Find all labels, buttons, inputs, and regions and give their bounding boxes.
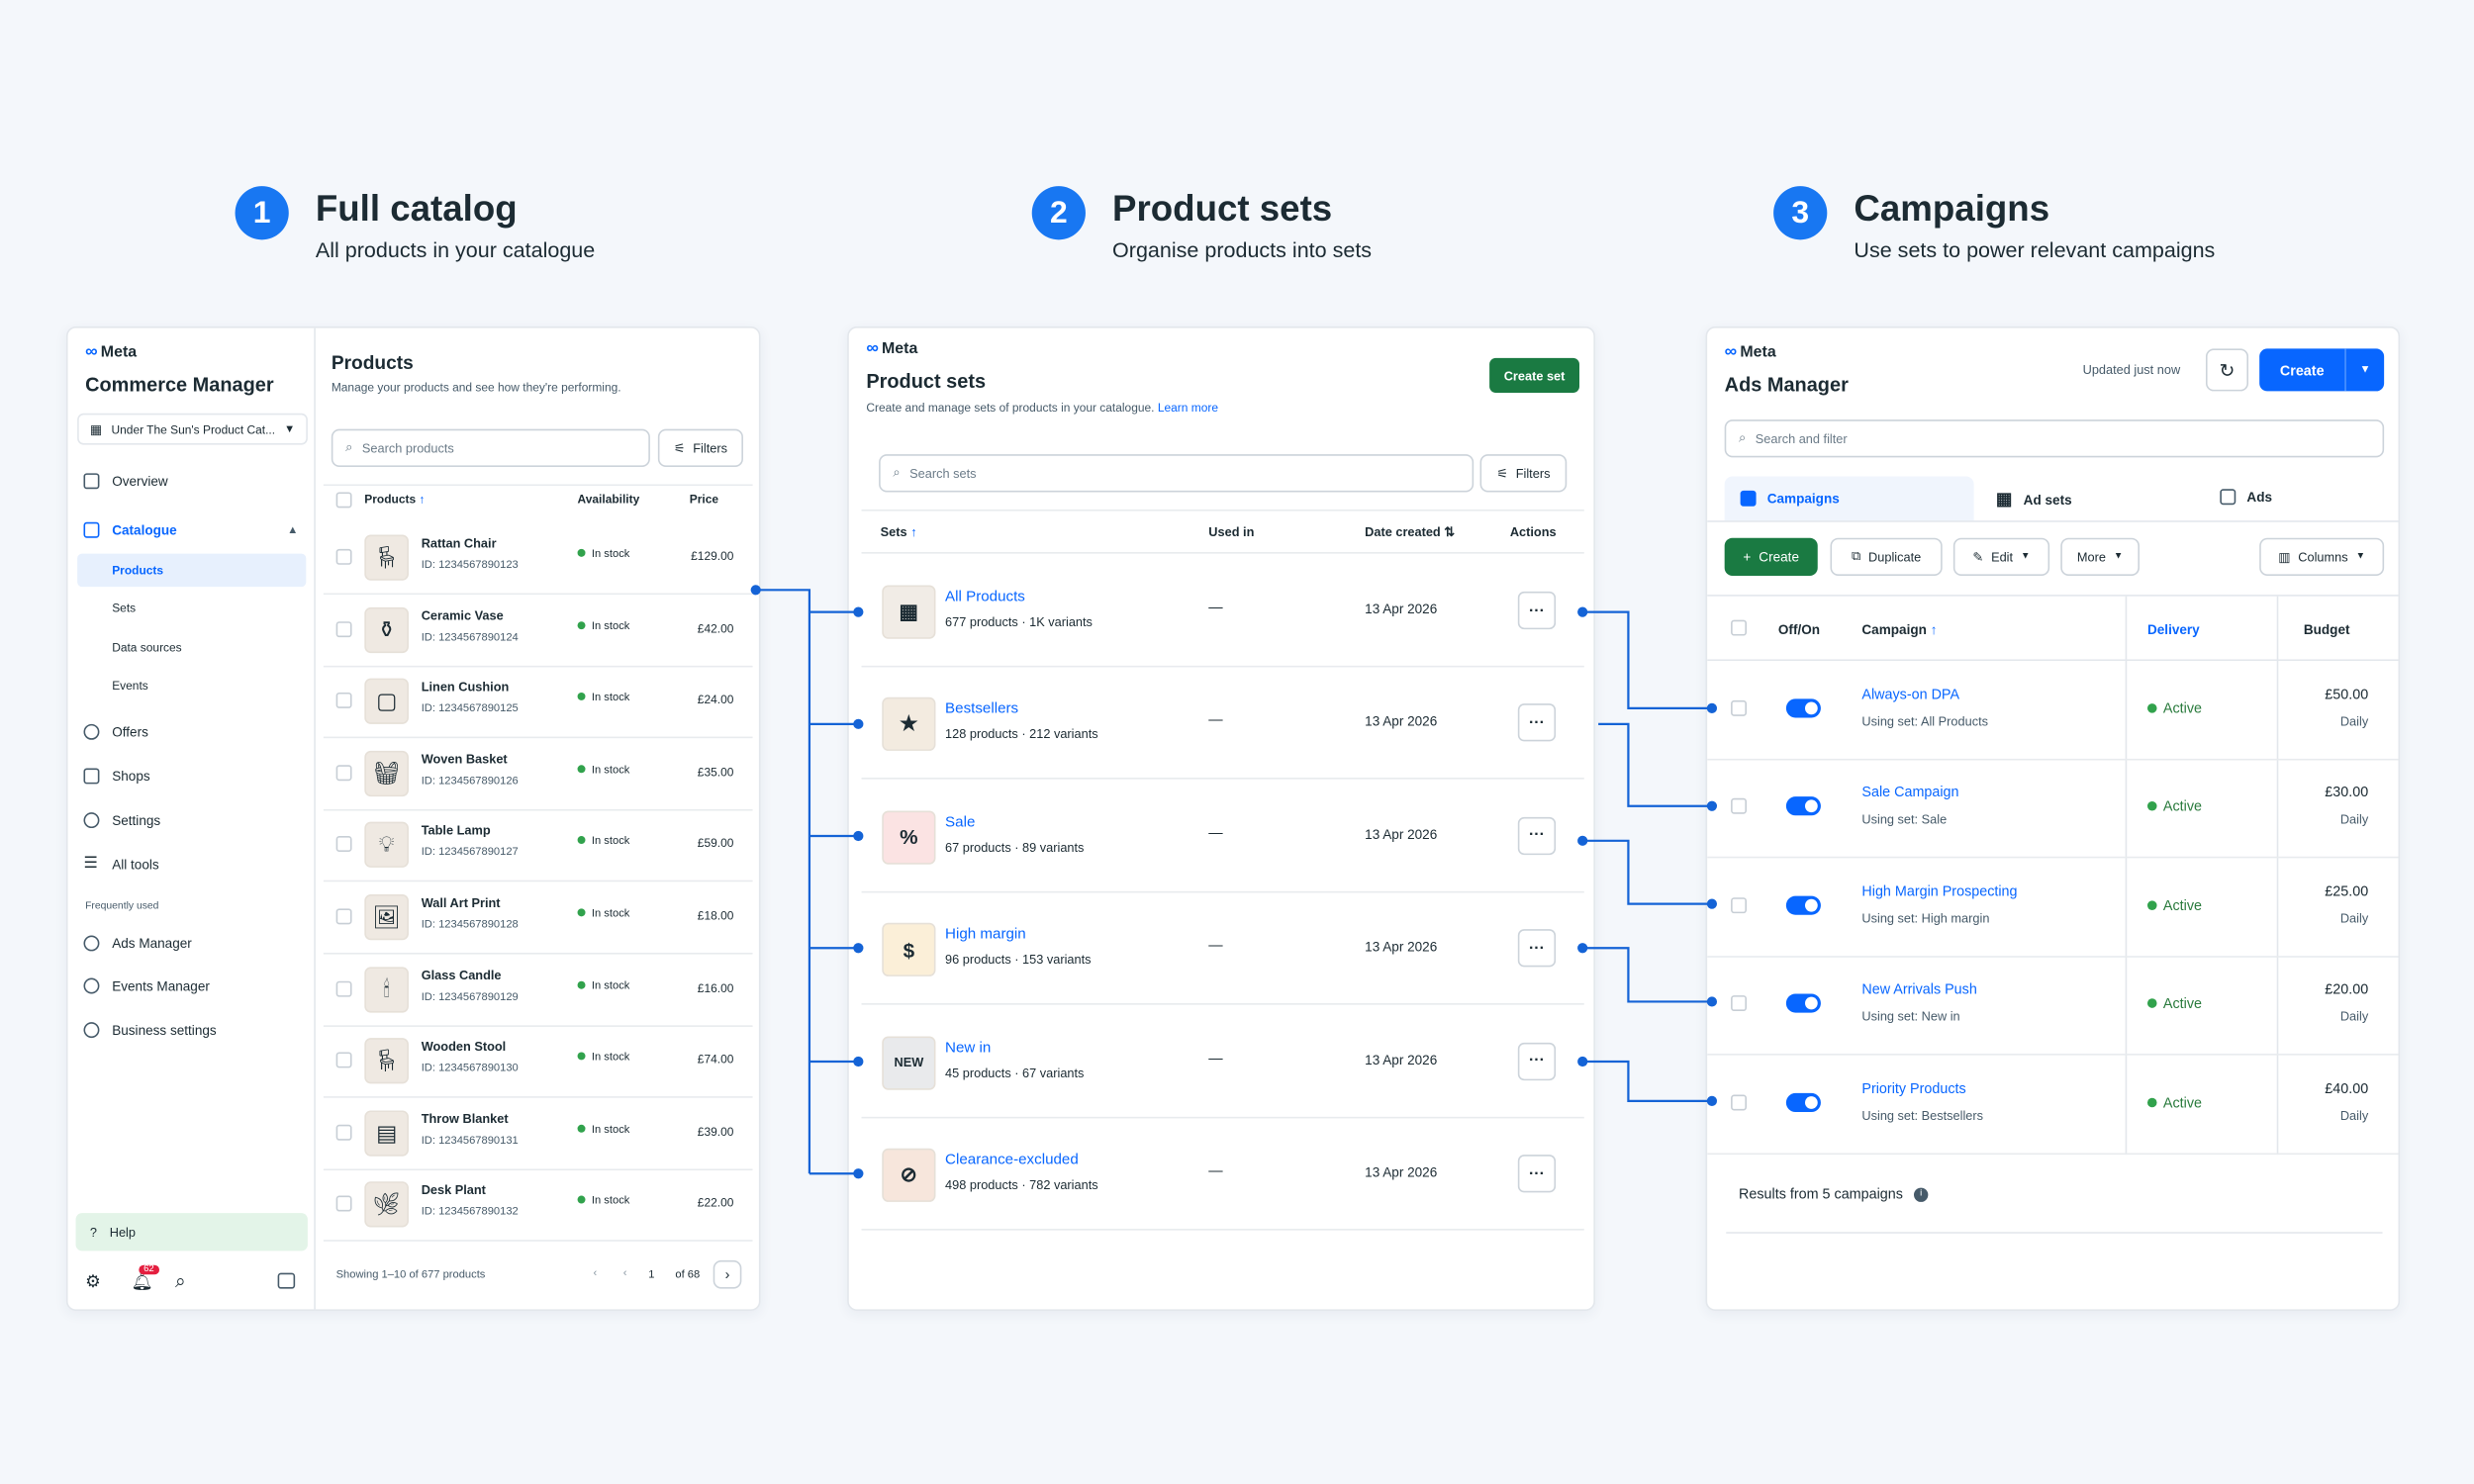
connector-source-dot bbox=[1577, 943, 1588, 954]
connector-target-dot bbox=[853, 1168, 864, 1179]
connector-source-dot bbox=[1577, 1056, 1588, 1067]
connector-target-dot bbox=[853, 943, 864, 954]
connector-target-dot bbox=[853, 718, 864, 729]
connector-target-dot bbox=[853, 606, 864, 617]
connector-source-dot bbox=[1577, 835, 1588, 846]
connector-target-dot bbox=[1706, 996, 1718, 1007]
connector-target-dot bbox=[1706, 800, 1718, 811]
connector-set-to-campaign bbox=[1582, 610, 1712, 710]
connector-target-dot bbox=[1706, 898, 1718, 909]
connector-target-dot bbox=[1706, 1095, 1718, 1106]
connector-target-dot bbox=[853, 830, 864, 842]
connector-set-to-campaign bbox=[1598, 722, 1712, 807]
connector-trunk bbox=[755, 589, 811, 1174]
connector-lines bbox=[750, 585, 1718, 1179]
connector-source-dot bbox=[1577, 606, 1588, 617]
connector-target-dot bbox=[1706, 702, 1718, 713]
connector-set-to-campaign bbox=[1582, 947, 1712, 1003]
connector-set-to-campaign bbox=[1582, 1060, 1712, 1103]
stage: 1 Full catalog All products in your cata… bbox=[0, 0, 2474, 1480]
connector-target-dot bbox=[853, 1056, 864, 1067]
connector-set-to-campaign bbox=[1582, 839, 1712, 905]
